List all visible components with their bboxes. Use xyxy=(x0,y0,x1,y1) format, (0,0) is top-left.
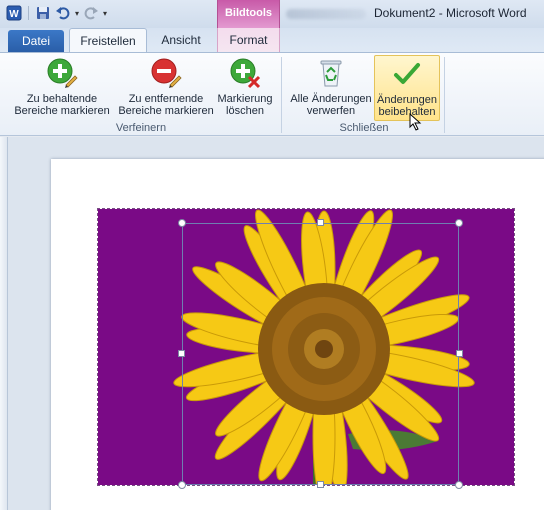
tab-datei[interactable]: Datei xyxy=(8,30,64,52)
resize-handle-bottom-right[interactable] xyxy=(455,481,463,489)
discard-all-changes-button[interactable]: Alle Änderungen verwerfen xyxy=(286,55,376,121)
mouse-pointer-icon xyxy=(409,113,422,131)
save-icon[interactable] xyxy=(35,5,51,21)
tab-freistellen[interactable]: Freistellen xyxy=(69,28,147,52)
checkmark-icon xyxy=(394,63,420,84)
plus-pencil-icon xyxy=(47,58,78,88)
delete-mark-line1: Markierung xyxy=(217,93,273,105)
keep-changes-line2: beibehalten xyxy=(378,106,436,118)
resize-handle-top-right[interactable] xyxy=(455,219,463,227)
ribbon-panel: Zu behaltende Bereiche markieren Zu entf… xyxy=(0,52,544,136)
redo-icon[interactable] xyxy=(83,5,99,21)
blurred-title-fragment xyxy=(286,9,366,19)
delete-mark-button[interactable]: Markierung löschen xyxy=(216,55,274,121)
tab-format[interactable]: Format xyxy=(217,28,280,52)
mark-areas-to-keep-button[interactable]: Zu behaltende Bereiche markieren xyxy=(10,55,114,121)
keep-changes-button[interactable]: Änderungen beibehalten xyxy=(374,55,440,121)
delete-mark-icon xyxy=(230,58,261,89)
group-separator xyxy=(281,57,282,133)
word-logo-icon[interactable]: W xyxy=(6,5,22,21)
undo-dropdown-icon[interactable]: ▾ xyxy=(75,9,79,18)
crop-selection-frame[interactable] xyxy=(182,223,459,485)
resize-handle-top-left[interactable] xyxy=(178,219,186,227)
resize-handle-bottom-left[interactable] xyxy=(178,481,186,489)
mark-keep-line1: Zu behaltende xyxy=(26,93,98,105)
mark-keep-line2: Bereiche markieren xyxy=(14,105,110,117)
vertical-ruler xyxy=(0,137,8,510)
keep-changes-line1: Änderungen xyxy=(377,94,437,106)
discard-line1: Alle Änderungen xyxy=(290,93,372,105)
delete-mark-line2: löschen xyxy=(226,105,264,117)
title-bar: W ▾ ▾ Bildtools Dokument2 - Microsoft Wo… xyxy=(0,0,544,28)
resize-handle-bottom[interactable] xyxy=(317,481,324,488)
window-title: Dokument2 - Microsoft Word xyxy=(374,6,527,20)
tab-ansicht[interactable]: Ansicht xyxy=(153,28,209,52)
undo-icon[interactable] xyxy=(55,5,71,21)
ribbon-tab-row: Datei Freistellen Ansicht Format xyxy=(0,28,544,52)
quick-access-toolbar: W ▾ ▾ xyxy=(6,5,107,21)
resize-handle-right[interactable] xyxy=(456,350,463,357)
mark-areas-to-remove-button[interactable]: Zu entfernende Bereiche markieren xyxy=(114,55,218,121)
mark-remove-line1: Zu entfernende xyxy=(128,93,204,105)
bildtools-context-label: Bildtools xyxy=(217,0,280,28)
qat-separator xyxy=(28,6,29,20)
resize-handle-left[interactable] xyxy=(178,350,185,357)
svg-text:W: W xyxy=(9,9,19,20)
mark-remove-line2: Bereiche markieren xyxy=(118,105,214,117)
customize-icon[interactable]: ▾ xyxy=(103,9,107,18)
group-label-verfeinern: Verfeinern xyxy=(115,122,167,134)
discard-line2: verwerfen xyxy=(306,105,356,117)
recycle-bin-icon xyxy=(320,60,342,87)
group-separator-end xyxy=(444,57,445,133)
minus-pencil-icon xyxy=(151,58,182,88)
resize-handle-top[interactable] xyxy=(317,219,324,226)
